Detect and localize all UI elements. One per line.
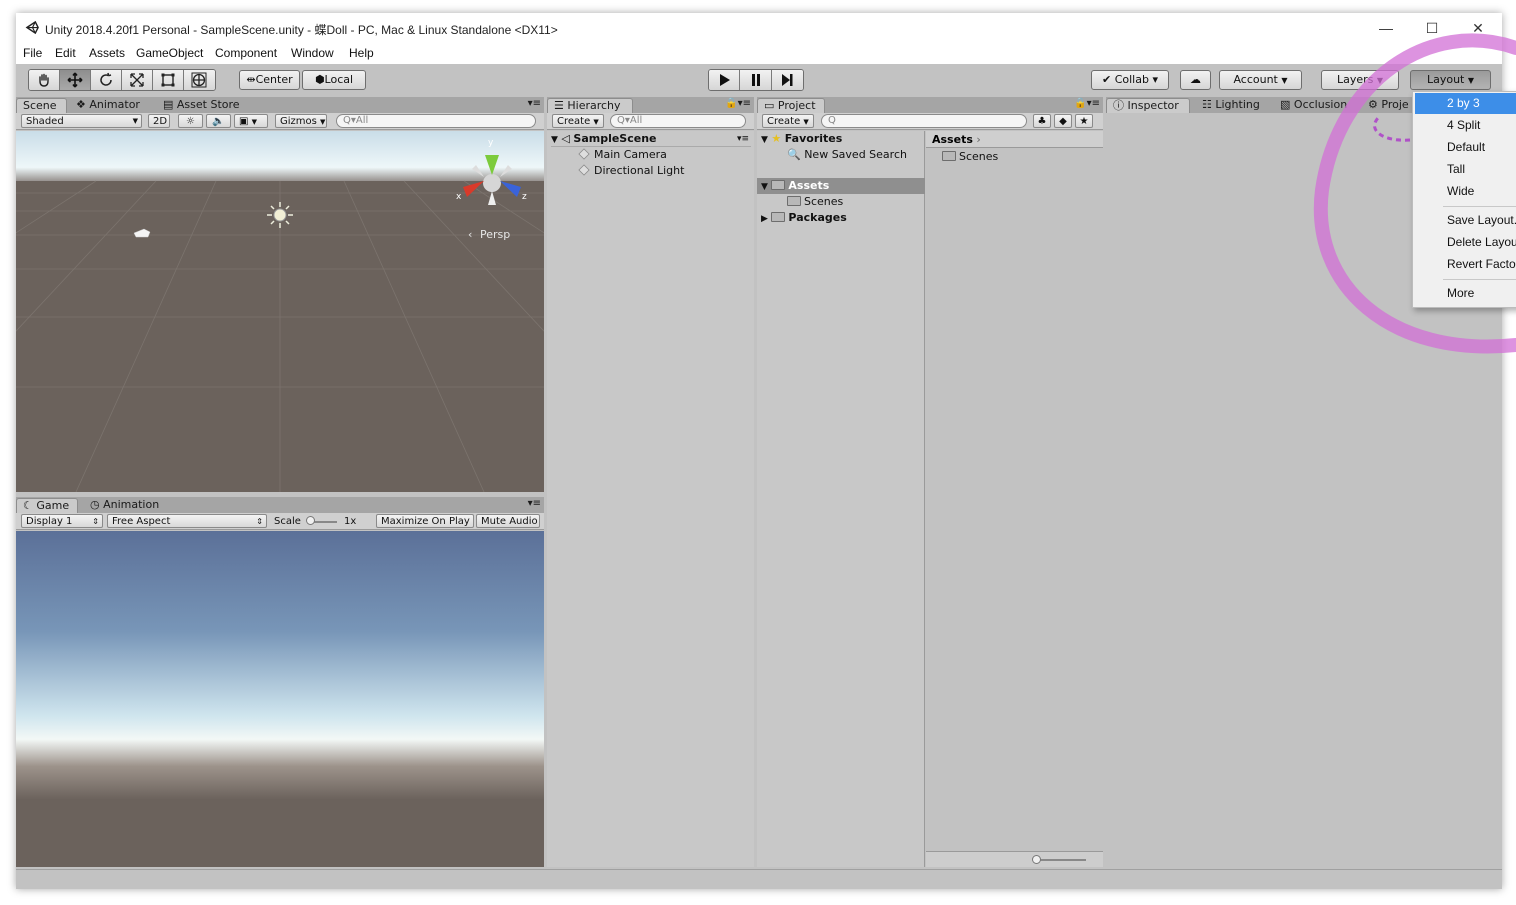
annotation-overlay bbox=[1313, 33, 1516, 354]
layout-option-default[interactable]: Default bbox=[1415, 137, 1516, 158]
layout-option-save[interactable]: Save Layout... bbox=[1415, 210, 1516, 231]
layout-option-wide[interactable]: Wide bbox=[1415, 181, 1516, 202]
layout-option-2by3[interactable]: 2 by 3 bbox=[1415, 93, 1516, 114]
annotation-arrow bbox=[1373, 114, 1411, 142]
layout-option-revert[interactable]: Revert Factory bbox=[1415, 254, 1516, 275]
layout-option-tall[interactable]: Tall bbox=[1415, 159, 1516, 180]
menu-separator bbox=[1443, 279, 1516, 280]
layout-dropdown-menu: 2 by 3 4 Split Default Tall Wide Save La… bbox=[1412, 91, 1516, 308]
menu-separator bbox=[1443, 206, 1516, 207]
layout-option-delete[interactable]: Delete Layout bbox=[1415, 232, 1516, 253]
layout-option-more[interactable]: More bbox=[1415, 283, 1516, 304]
layout-option-4split[interactable]: 4 Split bbox=[1415, 115, 1516, 136]
